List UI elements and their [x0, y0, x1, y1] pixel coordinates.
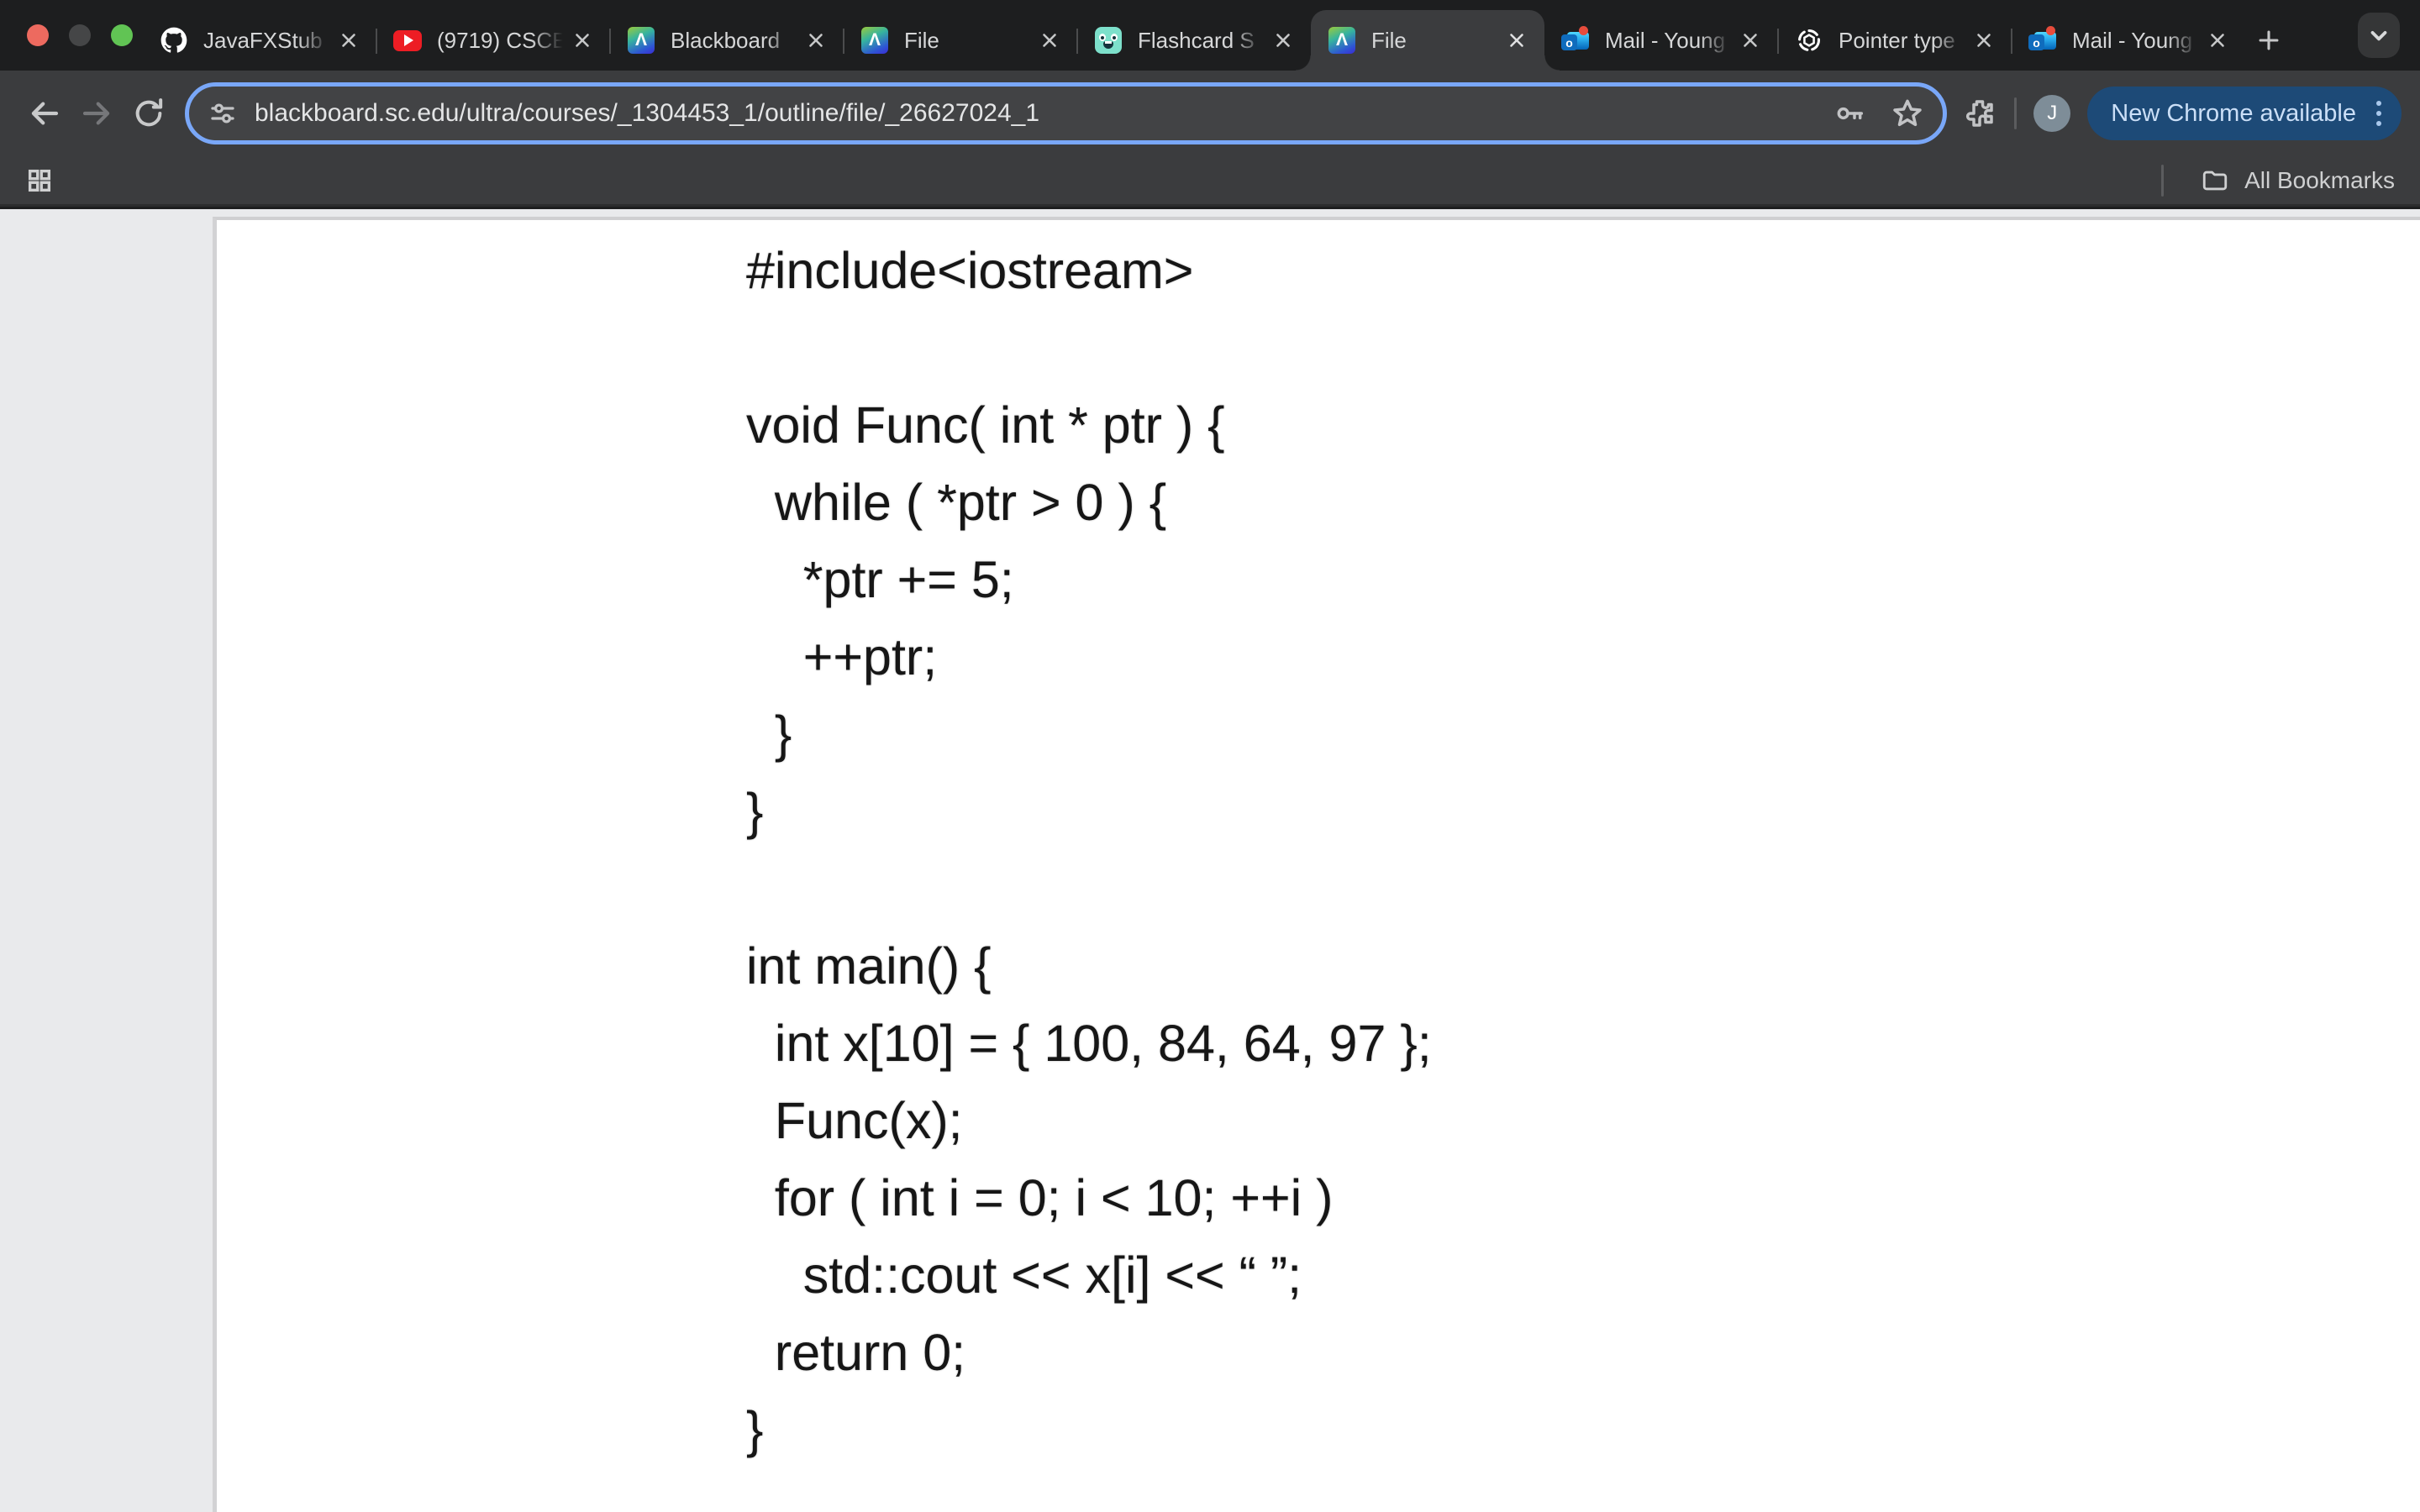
- folder-icon: [2201, 166, 2229, 195]
- update-chrome-button[interactable]: New Chrome available: [2087, 87, 2402, 140]
- tab-title: (9719) CSCE: [437, 28, 568, 54]
- tab-title: JavaFXStub: [203, 28, 334, 54]
- traffic-lights: [27, 24, 133, 46]
- tab-file-1[interactable]: Λ File: [844, 10, 1077, 71]
- url-text[interactable]: blackboard.sc.edu/ultra/courses/_1304453…: [255, 99, 1833, 128]
- close-tab-icon[interactable]: [802, 26, 830, 55]
- close-tab-icon[interactable]: [1970, 26, 1998, 55]
- close-tab-icon[interactable]: [568, 26, 597, 55]
- tab-blackboard[interactable]: Λ Blackboard: [610, 10, 844, 71]
- new-tab-button[interactable]: [2245, 10, 2292, 71]
- outlook-icon: o: [2028, 26, 2057, 55]
- blackboard-icon: Λ: [627, 26, 655, 55]
- close-window-button[interactable]: [27, 24, 49, 46]
- close-tab-icon[interactable]: [1035, 26, 1064, 55]
- toolbar-divider: [2014, 97, 2017, 129]
- close-tab-icon[interactable]: [1269, 26, 1297, 55]
- browser-window: JavaFXStub (9719) CSCE Λ Blackboard: [0, 0, 2420, 1512]
- close-tab-icon[interactable]: [1502, 26, 1531, 55]
- flashcard-icon: [1094, 26, 1123, 55]
- tab-youtube-csce[interactable]: (9719) CSCE: [376, 10, 610, 71]
- page-background: #include<iostream> void Func( int * ptr …: [0, 209, 2420, 1512]
- tab-pointer-type[interactable]: Pointer type: [1778, 10, 2012, 71]
- code-content: #include<iostream> void Func( int * ptr …: [746, 232, 1432, 1468]
- back-icon: [27, 96, 62, 131]
- tab-search-button[interactable]: [2358, 13, 2400, 58]
- tab-mail-2[interactable]: o Mail - Young: [2012, 10, 2245, 71]
- kebab-menu-icon[interactable]: [2373, 97, 2385, 129]
- apps-grid-icon[interactable]: [25, 166, 54, 195]
- blackboard-icon: Λ: [860, 26, 889, 55]
- all-bookmarks-label: All Bookmarks: [2244, 167, 2395, 194]
- tab-mail-1[interactable]: o Mail - Young: [1544, 10, 1778, 71]
- extensions-icon[interactable]: [1962, 96, 1997, 131]
- file-viewer[interactable]: #include<iostream> void Func( int * ptr …: [213, 217, 2420, 1512]
- blackboard-icon: Λ: [1328, 26, 1356, 55]
- youtube-icon: [393, 26, 422, 55]
- site-settings-icon[interactable]: [208, 98, 238, 129]
- bookmark-star-icon[interactable]: [1891, 97, 1924, 130]
- tab-title: Mail - Young: [2072, 28, 2203, 54]
- profile-avatar[interactable]: J: [2033, 95, 2070, 132]
- close-tab-icon[interactable]: [1736, 26, 1765, 55]
- all-bookmarks-button[interactable]: All Bookmarks: [2161, 165, 2395, 197]
- forward-icon: [79, 96, 114, 131]
- update-chrome-label: New Chrome available: [2111, 100, 2356, 128]
- reload-icon: [132, 97, 166, 130]
- reload-button[interactable]: [123, 87, 175, 139]
- tab-title: File: [904, 28, 1035, 54]
- tab-strip: JavaFXStub (9719) CSCE Λ Blackboard: [0, 0, 2420, 71]
- tab-flashcard[interactable]: Flashcard S: [1077, 10, 1311, 71]
- bookmarks-bar: All Bookmarks: [0, 156, 2420, 207]
- tab-title: Mail - Young: [1605, 28, 1736, 54]
- minimize-window-button[interactable]: [69, 24, 91, 46]
- back-button[interactable]: [18, 87, 71, 139]
- chevron-down-icon: [2366, 23, 2391, 48]
- openai-icon: [1795, 26, 1823, 55]
- tab-file-active[interactable]: Λ File: [1311, 10, 1544, 71]
- close-tab-icon[interactable]: [2203, 26, 2232, 55]
- forward-button[interactable]: [71, 87, 123, 139]
- toolbar: blackboard.sc.edu/ultra/courses/_1304453…: [0, 71, 2420, 156]
- tab-title: Blackboard: [671, 28, 802, 54]
- outlook-icon: o: [1561, 26, 1590, 55]
- password-key-icon[interactable]: [1833, 97, 1867, 130]
- url-bar[interactable]: blackboard.sc.edu/ultra/courses/_1304453…: [185, 82, 1947, 144]
- tab-list: JavaFXStub (9719) CSCE Λ Blackboard: [143, 0, 2292, 71]
- tab-title: Pointer type: [1839, 28, 1970, 54]
- tab-title: File: [1371, 28, 1502, 54]
- bookmarks-divider: [2161, 165, 2164, 197]
- close-tab-icon[interactable]: [334, 26, 363, 55]
- github-icon: [160, 26, 188, 55]
- zoom-window-button[interactable]: [111, 24, 133, 46]
- tab-javafxstub[interactable]: JavaFXStub: [143, 10, 376, 71]
- tab-title: Flashcard S: [1138, 28, 1269, 54]
